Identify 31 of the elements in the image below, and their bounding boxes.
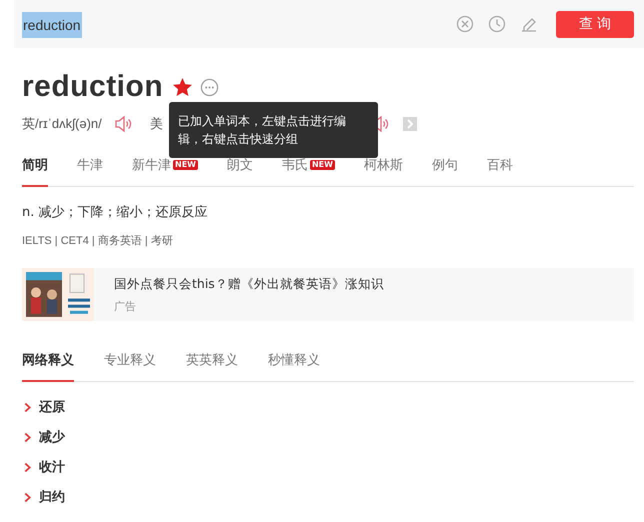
pronunciation-label: 美 (150, 115, 163, 133)
pronunciation-label: 英/rɪˈdʌkʃ(ə)n/ (22, 115, 102, 133)
sense-tab[interactable]: 网络释义 (22, 347, 74, 382)
dictionary-tab[interactable]: 百科 (486, 152, 513, 187)
more-icon[interactable] (200, 78, 220, 96)
sense-item[interactable]: 减少 (39, 428, 65, 446)
ad-label: 广告 (114, 298, 137, 314)
sense-item[interactable]: 收汁 (39, 458, 65, 476)
dictionary-tab[interactable]: 牛津 (77, 152, 103, 187)
headword: reduction (22, 70, 164, 104)
star-icon[interactable] (173, 78, 192, 96)
tooltip: 已加入单词本，左键点击进行编辑，右键点击快速分组 (169, 102, 378, 158)
sense-item[interactable]: 归约 (39, 488, 65, 506)
definition: n. 减少；下降；缩小；还原反应 (22, 204, 209, 221)
chevron-icon[interactable] (24, 462, 31, 472)
chevron-icon[interactable] (24, 432, 31, 442)
search-button[interactable]: 查 询 (556, 10, 634, 38)
sense-item[interactable]: 还原 (39, 398, 65, 416)
ad-title[interactable]: 国外点餐只会this？赠《外出就餐英语》涨知识 (114, 276, 384, 292)
search-field[interactable]: reduction (22, 12, 82, 38)
sense-tab[interactable]: 秒懂释义 (268, 347, 320, 382)
chevron-icon[interactable] (24, 492, 31, 502)
exam-tags: IELTS | CET4 | 商务英语 | 考研 (22, 233, 644, 248)
dictionary-tab[interactable]: 例句 (432, 152, 458, 187)
sense-tab[interactable]: 专业释义 (104, 347, 156, 382)
ad-card[interactable]: 国外点餐只会this？赠《外出就餐英语》涨知识 广告 (22, 268, 634, 321)
sense-tab[interactable]: 英英释义 (186, 347, 238, 382)
new-badge: NEW (173, 160, 198, 170)
chevron-icon[interactable] (24, 402, 31, 412)
dictionary-tab[interactable]: 简明 (22, 152, 48, 187)
new-badge: NEW (310, 160, 335, 170)
